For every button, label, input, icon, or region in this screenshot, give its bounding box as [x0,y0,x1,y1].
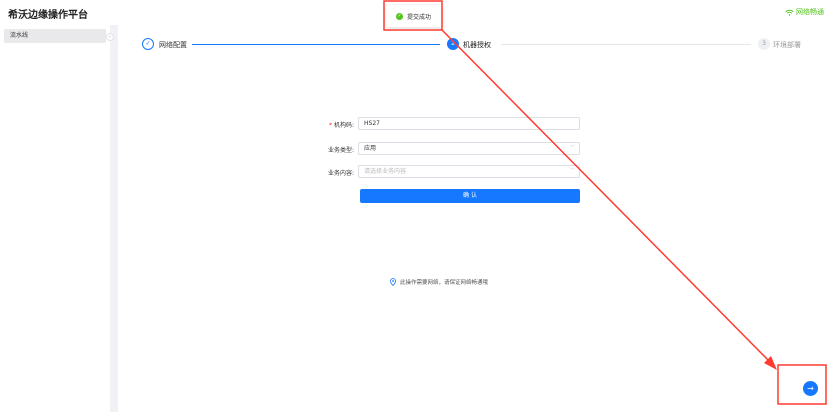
location-pin-icon [390,278,396,286]
step-connector [192,44,440,45]
business-type-label: 业务类型: [327,147,354,154]
next-arrow-button[interactable]: → [803,381,818,396]
success-check-icon: ✓ [396,12,403,20]
business-content-select[interactable]: 请选择业务内容 ﹀ [358,165,580,178]
chevron-down-icon: ﹀ [569,168,575,174]
app-title: 希沃边缘操作平台 [8,10,88,21]
network-note: 此操作需要网络，请保证网络畅通哦 [390,278,488,286]
step-machine-auth: 机器授权 [463,41,491,49]
success-toast: ✓ 提交成功 [386,5,442,27]
chevron-down-icon: ﹀ [569,145,575,151]
step-env-deploy: 环境部署 [773,41,801,49]
step-done-check-icon: ✓ [142,38,154,50]
toast-message: 提交成功 [407,13,432,21]
step-pending-number-icon: 3 [758,38,770,50]
network-status: 网络畅通 [785,7,824,17]
required-mark: * [328,122,332,129]
network-note-text: 此操作需要网络，请保证网络畅通哦 [400,280,489,286]
org-code-input[interactable]: HS27 [358,117,580,130]
step-active-number-icon: 2 [447,38,459,50]
business-type-select[interactable]: 应用 ﹀ [358,142,580,155]
business-content-label: 业务内容: [327,170,354,177]
business-content-placeholder: 请选择业务内容 [364,168,407,175]
sidebar: 流水线 [0,25,110,412]
wifi-icon [785,9,794,16]
main-content [118,25,830,412]
confirm-button[interactable]: 确 认 [360,189,580,203]
step-connector [501,44,751,45]
sidebar-item-pipeline[interactable]: 流水线 [4,29,106,43]
step-network-config: 网络配置 [159,41,187,49]
network-status-text: 网络畅通 [796,8,824,16]
sidebar-collapse-icon[interactable]: ‹ [106,33,114,41]
org-code-label: * 机构码: [328,122,354,129]
business-type-value: 应用 [364,145,377,152]
